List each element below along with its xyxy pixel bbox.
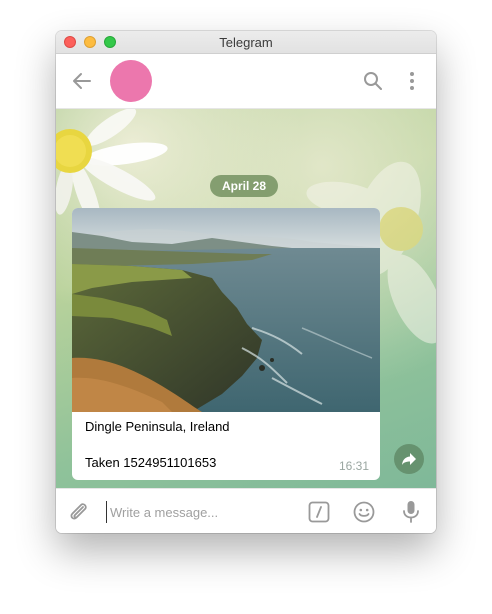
smiley-icon bbox=[353, 501, 375, 523]
bot-commands-button[interactable] bbox=[308, 501, 330, 523]
message-input[interactable] bbox=[106, 501, 295, 523]
photo-message-bubble[interactable]: Dingle Peninsula, Ireland Taken 15249511… bbox=[72, 208, 380, 480]
message-photo[interactable] bbox=[72, 208, 380, 412]
paperclip-icon bbox=[70, 503, 87, 520]
message-composer bbox=[56, 488, 436, 533]
message-caption-location: Dingle Peninsula, Ireland bbox=[85, 419, 230, 434]
message-caption-taken: Taken 1524951101653 bbox=[85, 455, 217, 470]
attach-button[interactable] bbox=[66, 500, 90, 524]
forward-arrow-icon bbox=[402, 453, 416, 465]
avatar[interactable] bbox=[110, 60, 152, 102]
emoji-button[interactable] bbox=[352, 500, 376, 524]
back-button[interactable] bbox=[70, 69, 94, 93]
date-separator: April 28 bbox=[210, 175, 279, 197]
more-vertical-icon bbox=[410, 72, 414, 90]
window-title: Telegram bbox=[219, 35, 273, 50]
voice-message-button[interactable] bbox=[399, 499, 423, 525]
message-time: 16:31 bbox=[338, 459, 369, 473]
search-icon bbox=[364, 72, 382, 90]
slash-command-icon bbox=[308, 501, 330, 523]
chat-header bbox=[56, 54, 436, 109]
microphone-icon bbox=[403, 501, 419, 523]
chat-area[interactable]: April 28 Dingle Peninsula, Ireland Taken… bbox=[56, 109, 436, 488]
more-options-button[interactable] bbox=[400, 69, 424, 93]
search-button[interactable] bbox=[361, 69, 385, 93]
arrow-left-icon bbox=[73, 73, 91, 89]
telegram-window: Telegram April 28 Dingle Peninsula, Irel… bbox=[56, 31, 436, 533]
forward-button[interactable] bbox=[394, 444, 424, 474]
title-bar: Telegram bbox=[56, 31, 436, 54]
